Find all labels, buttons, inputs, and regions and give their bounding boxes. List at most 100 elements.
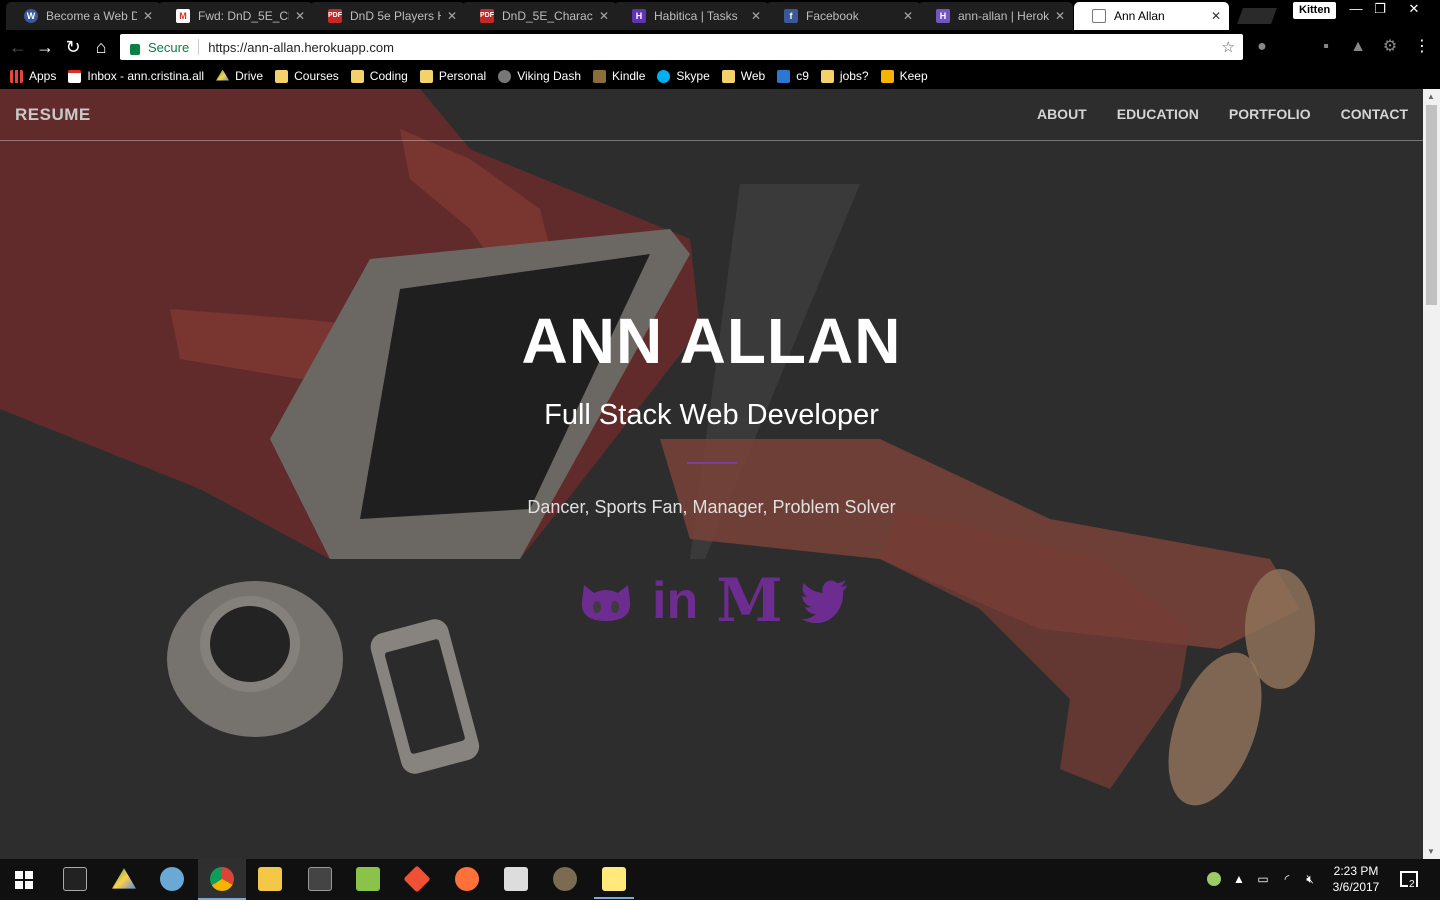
url-text[interactable]: https://ann-allan.herokuapp.com [208, 40, 394, 55]
notepad-plus-icon[interactable] [356, 867, 380, 891]
site-brand[interactable]: RESUME [15, 105, 91, 125]
calculator-icon[interactable] [504, 867, 528, 891]
clock-date: 3/6/2017 [1332, 880, 1380, 894]
drive-icon [216, 69, 230, 81]
close-tab-icon[interactable]: ✕ [903, 9, 913, 23]
restore-icon[interactable]: ❐ [1366, 0, 1394, 18]
paint-icon[interactable] [160, 867, 184, 891]
bookmark-c9[interactable]: c9 [777, 69, 809, 83]
wifi-icon[interactable]: ◜ [1280, 872, 1294, 886]
app-icon[interactable] [308, 867, 332, 891]
twitter-icon[interactable] [800, 579, 849, 623]
tab-habitica[interactable]: H Habitica | Tasks ✕ [614, 2, 769, 30]
bookmark-coding[interactable]: Coding [350, 69, 408, 83]
file-explorer-icon[interactable] [258, 867, 282, 891]
reload-icon[interactable]: ↻ [63, 37, 83, 57]
menu-dots-icon[interactable]: ⋮ [1412, 37, 1432, 57]
divider [198, 39, 200, 55]
page-icon [1092, 9, 1106, 23]
sticky-notes-icon[interactable] [602, 867, 626, 891]
clock-time: 2:23 PM [1333, 864, 1379, 878]
close-tab-icon[interactable]: ✕ [599, 9, 609, 23]
bookmark-personal[interactable]: Personal [419, 69, 486, 83]
nav-about[interactable]: ABOUT [1037, 106, 1087, 122]
bookmark-viking-dash[interactable]: Viking Dash [498, 69, 581, 83]
profile-button[interactable]: Kitten [1293, 2, 1337, 19]
close-tab-icon[interactable]: ✕ [1211, 9, 1221, 23]
taskbar-clock[interactable]: 2:23 PM 3/6/2017 [1326, 863, 1386, 895]
habitica-icon: H [632, 9, 646, 23]
tab-heroku[interactable]: H ann-allan | Herok ✕ [918, 2, 1073, 30]
tab-title: ann-allan | Herok [958, 9, 1049, 23]
bookmark-jobs[interactable]: jobs? [820, 69, 869, 83]
linkedin-icon[interactable]: in [652, 575, 698, 627]
tab-title: Become a Web D [46, 9, 137, 23]
address-bar[interactable]: Secure https://ann-allan.herokuapp.com ☆ [120, 34, 1243, 60]
bookmark-skype[interactable]: Skype [657, 69, 710, 83]
close-tab-icon[interactable]: ✕ [447, 9, 457, 23]
drive-extension-icon[interactable]: ▲ [1348, 37, 1368, 57]
close-tab-icon[interactable]: ✕ [751, 9, 761, 23]
tray-app-icon[interactable] [1207, 872, 1221, 886]
browser-toolbar: ← → ↻ ⌂ Secure https://ann-allan.herokua… [0, 30, 1440, 63]
hero-name: ANN ALLAN [521, 305, 902, 377]
bookmark-label: c9 [796, 69, 809, 83]
tab-dnd-character[interactable]: PDF DnD_5E_Characte ✕ [462, 2, 617, 30]
tab-ann-allan[interactable]: Ann Allan ✕ [1074, 2, 1229, 30]
tab-gmail[interactable]: M Fwd: DnD_5E_Ch ✕ [158, 2, 313, 30]
bookmark-drive[interactable]: Drive [216, 69, 263, 83]
extension-icon[interactable]: ● [1252, 37, 1272, 57]
tab-dnd-players[interactable]: PDF DnD 5e Players H ✕ [310, 2, 465, 30]
windows-start-icon[interactable] [15, 871, 33, 889]
nav-contact[interactable]: CONTACT [1341, 106, 1408, 122]
bookmark-label: Web [740, 69, 766, 83]
close-tab-icon[interactable]: ✕ [1055, 9, 1065, 23]
tray-drive-icon[interactable]: ▲ [1232, 872, 1246, 886]
bookmark-inbox[interactable]: Inbox - ann.cristina.all [68, 69, 204, 83]
nav-portfolio[interactable]: PORTFOLIO [1229, 106, 1311, 122]
scroll-up-arrow-icon[interactable]: ▲ [1427, 92, 1435, 101]
gimp-icon[interactable] [553, 867, 577, 891]
tab-facebook[interactable]: f Facebook ✕ [766, 2, 921, 30]
tab-become-web-dev[interactable]: W Become a Web D ✕ [6, 2, 161, 30]
kindle-icon [593, 69, 607, 83]
chrome-icon[interactable] [210, 867, 234, 891]
scroll-down-arrow-icon[interactable]: ▼ [1427, 847, 1435, 856]
nav-education[interactable]: EDUCATION [1117, 106, 1199, 122]
forward-arrow-icon[interactable]: → [35, 37, 55, 57]
volume-muted-icon[interactable]: 🔇︎ [1303, 872, 1317, 886]
site-navbar: RESUME ABOUT EDUCATION PORTFOLIO CONTACT [0, 89, 1423, 141]
folder-icon [350, 69, 364, 83]
keep-icon [880, 69, 894, 83]
scroll-thumb[interactable] [1426, 105, 1437, 305]
back-arrow-icon[interactable]: ← [8, 37, 28, 57]
battery-icon[interactable]: ▭ [1256, 872, 1270, 886]
browser-tab-strip: W Become a Web D ✕ M Fwd: DnD_5E_Ch ✕ PD… [0, 0, 1440, 30]
bookmark-courses[interactable]: Courses [275, 69, 339, 83]
bookmark-keep[interactable]: Keep [880, 69, 928, 83]
close-window-icon[interactable]: ✕ [1400, 0, 1428, 18]
terminal-icon[interactable] [63, 867, 87, 891]
gear-icon[interactable]: ⚙ [1380, 37, 1400, 57]
firefox-dev-icon[interactable] [455, 867, 479, 891]
bookmark-label: Kindle [612, 69, 646, 83]
folder-icon [721, 69, 735, 83]
medium-icon[interactable]: M [716, 571, 782, 631]
bookmark-web[interactable]: Web [721, 69, 766, 83]
bookmark-label: jobs? [839, 69, 869, 83]
close-tab-icon[interactable]: ✕ [295, 9, 305, 23]
git-icon[interactable] [403, 865, 431, 893]
home-icon[interactable]: ⌂ [91, 37, 111, 57]
bookmark-kindle[interactable]: Kindle [593, 69, 645, 83]
bookmark-star-icon[interactable]: ☆ [1222, 38, 1235, 56]
bookmark-apps[interactable]: Apps [10, 69, 56, 83]
page-scrollbar[interactable]: ▲ ▼ [1423, 89, 1440, 859]
hero-divider [687, 462, 737, 464]
new-tab-button[interactable] [1237, 8, 1277, 24]
github-icon[interactable] [578, 577, 634, 625]
close-tab-icon[interactable]: ✕ [143, 9, 153, 23]
viking-icon [498, 69, 512, 83]
folder-icon [820, 69, 834, 83]
extension-icon[interactable]: ▪ [1316, 37, 1336, 57]
google-drive-icon[interactable] [112, 868, 136, 889]
